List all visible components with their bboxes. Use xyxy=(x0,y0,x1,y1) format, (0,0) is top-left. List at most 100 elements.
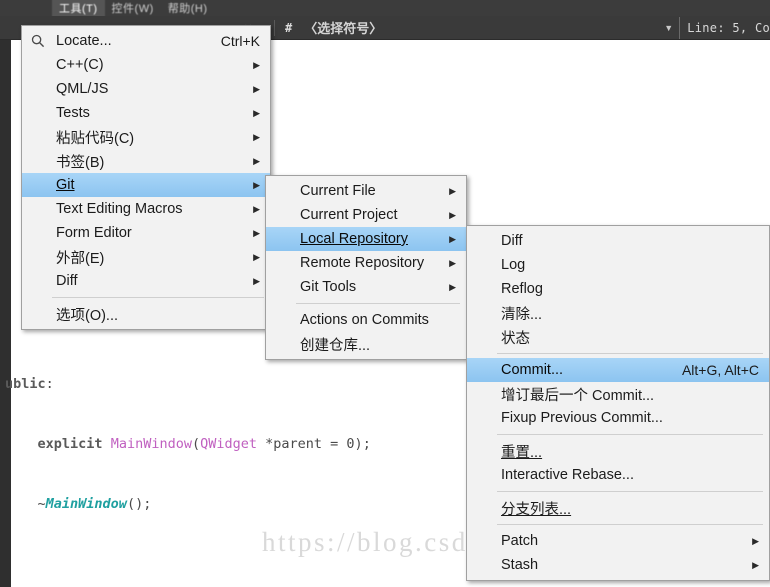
menu-item-label: Git xyxy=(56,177,75,193)
menu-git: Current File ▶ Current Project ▶ Local R… xyxy=(265,175,467,360)
menu-item-git-tools[interactable]: Git Tools ▶ xyxy=(266,275,466,299)
menu-item-label: 选项(O)... xyxy=(56,307,119,324)
menu-separator xyxy=(52,297,264,298)
menu-item-label: Reflog xyxy=(501,281,543,297)
menu-local-repository: Diff Log Reflog 清除... 状态 Commit... Alt+G… xyxy=(466,225,770,581)
menu-item-form-editor[interactable]: Form Editor ▶ xyxy=(22,221,270,245)
menu-item-remote-repository[interactable]: Remote Repository ▶ xyxy=(266,251,466,275)
menu-item-interactive-rebase[interactable]: Interactive Rebase... xyxy=(467,463,769,487)
menu-item-status[interactable]: 状态 xyxy=(467,325,769,349)
menu-item-label: Current File xyxy=(300,183,376,199)
menu-item-label: C++(C) xyxy=(56,57,104,73)
menu-item-label: Stash xyxy=(501,557,539,573)
menu-item-label: Tests xyxy=(56,105,90,121)
menu-item-label: Form Editor xyxy=(56,225,132,241)
menu-separator xyxy=(497,524,763,525)
menu-item-create-repository[interactable]: 创建仓库... xyxy=(266,332,466,356)
menu-item-label: 状态 xyxy=(501,330,530,347)
menu-item-local-repository[interactable]: Local Repository ▶ xyxy=(266,227,466,251)
menu-item-diff[interactable]: Diff ▶ xyxy=(22,269,270,293)
menu-item-label: 书签(B) xyxy=(56,154,105,171)
menu-bar: 工具(T) 控件(W) 帮助(H) xyxy=(0,0,770,18)
menu-item-diff[interactable]: Diff xyxy=(467,229,769,253)
menu-item-clean[interactable]: 清除... xyxy=(467,301,769,325)
code-line: explicit MainWindow(QWidget *parent = 0)… xyxy=(37,436,371,452)
menu-item-label: 重置... xyxy=(501,444,543,461)
menu-item-branch-list[interactable]: 分支列表... xyxy=(467,496,769,520)
menu-item-label: 创建仓库... xyxy=(300,337,371,354)
chevron-right-icon: ▶ xyxy=(449,233,456,244)
menu-item-label: Patch xyxy=(501,533,539,549)
menu-item-label: 粘贴代码(C) xyxy=(56,130,135,147)
chevron-right-icon: ▶ xyxy=(449,281,456,292)
menu-tools: Locate... Ctrl+K C++(C) ▶ QML/JS ▶ Tests… xyxy=(21,25,271,330)
menu-item-commit[interactable]: Commit... Alt+G, Alt+C xyxy=(467,358,769,382)
chevron-right-icon: ▶ xyxy=(253,83,260,94)
menu-item-label: Commit... xyxy=(501,362,564,378)
menu-item-actions-on-commits[interactable]: Actions on Commits xyxy=(266,308,466,332)
chevron-right-icon: ▶ xyxy=(253,227,260,238)
menu-item-qmljs[interactable]: QML/JS ▶ xyxy=(22,77,270,101)
chevron-right-icon: ▶ xyxy=(449,185,456,196)
chevron-right-icon: ▶ xyxy=(752,535,759,546)
code-line: ~MainWindow(); xyxy=(37,496,152,512)
menu-item-amend-last-commit[interactable]: 增订最后一个 Commit... xyxy=(467,382,769,406)
menu-item-label: Diff xyxy=(501,233,523,249)
menu-item-options[interactable]: 选项(O)... xyxy=(22,302,270,326)
menu-item-label: Diff xyxy=(56,273,78,289)
menubar-item-widgets[interactable]: 控件(W) xyxy=(105,0,161,18)
menubar-item-help[interactable]: 帮助(H) xyxy=(161,0,215,18)
menu-item-cpp[interactable]: C++(C) ▶ xyxy=(22,53,270,77)
menu-item-shortcut: Ctrl+K xyxy=(220,33,260,49)
menu-item-label: QML/JS xyxy=(56,81,109,97)
menu-item-label: Locate... xyxy=(56,33,112,49)
menu-item-shortcut: Alt+G, Alt+C xyxy=(681,362,759,378)
symbol-selector[interactable]: 〈选择符号〉 xyxy=(292,18,664,37)
menubar-item-tools[interactable]: 工具(T) xyxy=(52,0,105,18)
menu-item-label: 增订最后一个 Commit... xyxy=(501,387,655,404)
menu-item-text-editing-macros[interactable]: Text Editing Macros ▶ xyxy=(22,197,270,221)
menu-separator xyxy=(497,491,763,492)
menu-item-paste-code[interactable]: 粘贴代码(C) ▶ xyxy=(22,125,270,149)
menu-item-label: Current Project xyxy=(300,207,398,223)
menu-item-tests[interactable]: Tests ▶ xyxy=(22,101,270,125)
chevron-right-icon: ▶ xyxy=(253,179,260,190)
menu-item-external[interactable]: 外部(E) ▶ xyxy=(22,245,270,269)
menu-item-current-project[interactable]: Current Project ▶ xyxy=(266,203,466,227)
menu-item-label: Text Editing Macros xyxy=(56,201,183,217)
menu-item-bookmarks[interactable]: 书签(B) ▶ xyxy=(22,149,270,173)
menu-item-log[interactable]: Log xyxy=(467,253,769,277)
menu-item-label: Actions on Commits xyxy=(300,312,429,328)
menu-item-current-file[interactable]: Current File ▶ xyxy=(266,179,466,203)
menu-item-fixup-previous-commit[interactable]: Fixup Previous Commit... xyxy=(467,406,769,430)
chevron-right-icon: ▶ xyxy=(253,155,260,166)
code-line: ublic: xyxy=(5,376,54,392)
hash-icon: # xyxy=(285,20,293,35)
menu-item-stash[interactable]: Stash ▶ xyxy=(467,553,769,577)
chevron-down-icon[interactable]: ▼ xyxy=(664,23,673,33)
chevron-right-icon: ▶ xyxy=(253,251,260,262)
toolbar-separator xyxy=(274,19,275,36)
menu-separator xyxy=(296,303,460,304)
chevron-right-icon: ▶ xyxy=(253,275,260,286)
chevron-right-icon: ▶ xyxy=(449,257,456,268)
menu-item-reflog[interactable]: Reflog xyxy=(467,277,769,301)
chevron-right-icon: ▶ xyxy=(752,559,759,570)
menu-item-label: 外部(E) xyxy=(56,250,105,267)
menu-separator xyxy=(497,353,763,354)
menu-item-label: 分支列表... xyxy=(501,501,572,518)
menu-item-label: Fixup Previous Commit... xyxy=(501,410,663,426)
menu-item-label: Log xyxy=(501,257,526,273)
menu-item-git[interactable]: Git ▶ xyxy=(22,173,270,197)
search-icon xyxy=(30,33,46,49)
menu-item-locate[interactable]: Locate... Ctrl+K xyxy=(22,29,270,53)
cursor-position-label: Line: 5, Co xyxy=(687,20,770,35)
menu-item-reset[interactable]: 重置... xyxy=(467,439,769,463)
menu-item-label: 清除... xyxy=(501,306,543,323)
menu-item-patch[interactable]: Patch ▶ xyxy=(467,529,769,553)
chevron-right-icon: ▶ xyxy=(253,59,260,70)
qt-creator-window: 工具(T) 控件(W) 帮助(H) × # 〈选择符号〉 ▼ Line: 5, … xyxy=(0,0,770,587)
menu-item-label: Local Repository xyxy=(300,231,408,247)
chevron-right-icon: ▶ xyxy=(253,107,260,118)
chevron-right-icon: ▶ xyxy=(449,209,456,220)
